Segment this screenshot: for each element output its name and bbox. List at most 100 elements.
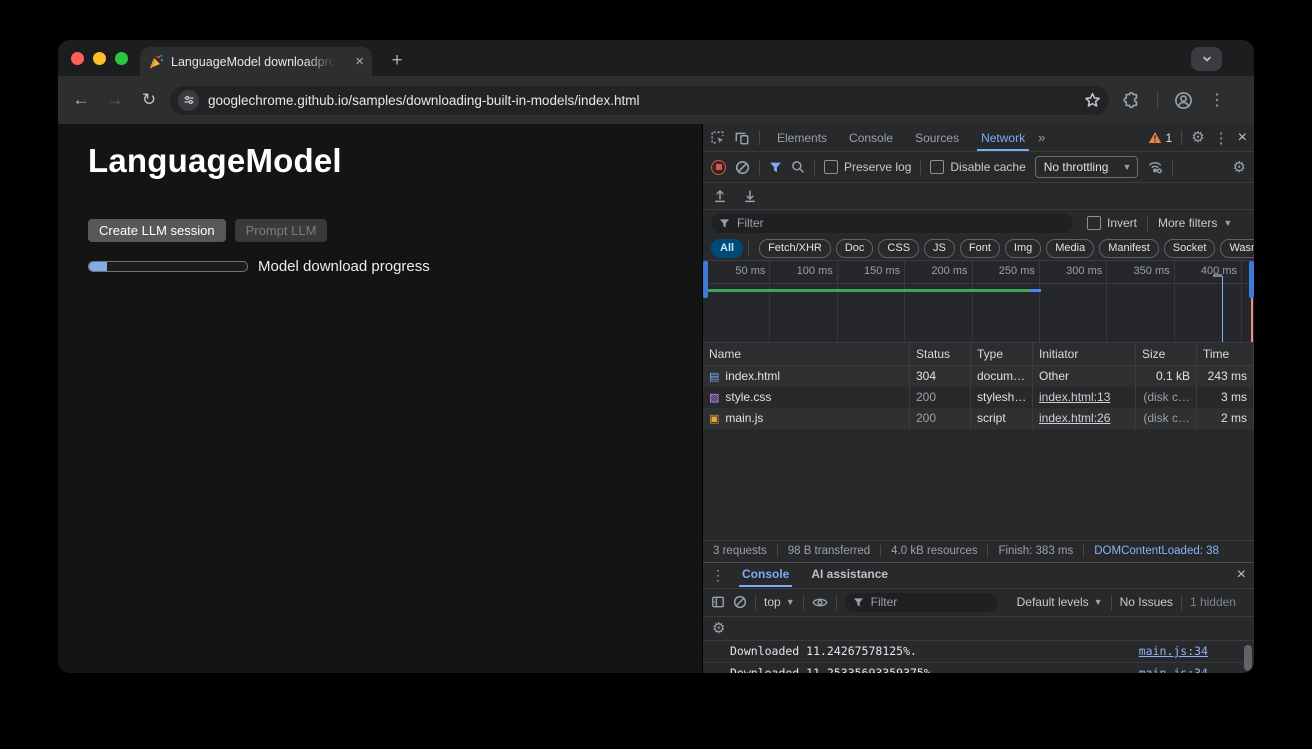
request-initiator[interactable]: index.html:26: [1033, 408, 1136, 429]
chevron-down-icon: [1201, 53, 1213, 65]
import-har-icon[interactable]: [713, 189, 727, 203]
column-header[interactable]: Status: [910, 343, 971, 365]
hidden-messages-count[interactable]: 1 hidden: [1190, 595, 1236, 609]
back-button[interactable]: ←: [64, 90, 98, 110]
disable-cache-checkbox[interactable]: Disable cache: [930, 160, 1025, 174]
live-expression-eye-icon[interactable]: [812, 596, 828, 609]
column-header[interactable]: Type: [971, 343, 1033, 365]
file-type-icon: ▣: [709, 413, 719, 424]
network-request-row[interactable]: ▣main.js 200 script index.html:26 (disk …: [703, 408, 1254, 429]
bookmark-star-icon[interactable]: [1084, 92, 1101, 109]
column-header[interactable]: Size: [1136, 343, 1197, 365]
devtools-tab[interactable]: Console: [845, 125, 897, 151]
record-network-log-button[interactable]: [711, 160, 726, 175]
address-bar[interactable]: googlechrome.github.io/samples/downloadi…: [170, 86, 1109, 115]
device-toolbar-icon[interactable]: [734, 130, 750, 146]
devtools-tab[interactable]: Sources: [911, 125, 963, 151]
forward-button[interactable]: →: [98, 90, 132, 110]
funnel-icon: [853, 597, 864, 608]
devtools-tab[interactable]: Network: [977, 125, 1029, 151]
tab-close-icon[interactable]: ×: [355, 54, 364, 69]
devtools-close-icon[interactable]: ×: [1238, 129, 1247, 147]
filter-placeholder: Filter: [737, 216, 764, 230]
browser-tab[interactable]: LanguageModel downloadpro ×: [140, 47, 372, 76]
invert-checkbox[interactable]: Invert: [1087, 216, 1137, 230]
network-conditions-icon[interactable]: [1147, 160, 1163, 174]
console-toolbar: top ▼ Filter Default levels ▼: [703, 588, 1254, 617]
drawer-tab[interactable]: AI assistance: [808, 563, 891, 587]
overview-right-handle[interactable]: [1249, 261, 1254, 298]
console-scrollbar-thumb[interactable]: [1244, 645, 1252, 671]
overview-left-handle[interactable]: [703, 261, 708, 298]
network-request-row[interactable]: ▤index.html 304 docum… Other 0.1 kB 243 …: [703, 366, 1254, 387]
devtools-tab[interactable]: Elements: [773, 125, 831, 151]
log-levels-select[interactable]: Default levels ▼: [1017, 595, 1103, 609]
throttling-select[interactable]: No throttling ▼: [1035, 156, 1139, 178]
resource-type-chip[interactable]: Doc: [836, 239, 874, 258]
resource-type-chip[interactable]: Media: [1046, 239, 1094, 258]
resource-type-chip[interactable]: Img: [1005, 239, 1041, 258]
summary-item: 3 requests: [703, 545, 777, 557]
more-panels-icon[interactable]: »: [1038, 130, 1045, 145]
console-source-link[interactable]: main.js:34: [1139, 641, 1208, 661]
progress-bar: [88, 261, 248, 272]
column-header[interactable]: Time: [1197, 343, 1254, 365]
resource-type-chip[interactable]: Socket: [1164, 239, 1216, 258]
request-initiator[interactable]: Other: [1033, 366, 1136, 387]
prompt-llm-button[interactable]: Prompt LLM: [235, 219, 328, 242]
browser-menu-icon[interactable]: ⋮: [1209, 90, 1225, 110]
network-overview[interactable]: 50 ms100 ms150 ms200 ms250 ms300 ms350 m…: [703, 261, 1254, 343]
console-filter-input[interactable]: Filter: [845, 593, 997, 612]
traffic-light-maximize[interactable]: [115, 52, 128, 65]
profile-icon[interactable]: [1174, 91, 1193, 110]
issues-link[interactable]: No Issues: [1120, 595, 1173, 609]
request-status: 200: [910, 408, 971, 429]
network-search-icon[interactable]: [791, 160, 805, 174]
column-header[interactable]: Initiator: [1033, 343, 1136, 365]
tab-title: LanguageModel downloadpro: [171, 55, 335, 69]
console-drawer: ⋮ ConsoleAI assistance × top: [703, 562, 1254, 674]
console-sidebar-icon[interactable]: [711, 595, 725, 609]
traffic-light-close[interactable]: [71, 52, 84, 65]
preserve-log-checkbox[interactable]: Preserve log: [824, 160, 911, 174]
extensions-icon[interactable]: [1123, 91, 1141, 109]
export-har-icon[interactable]: [743, 189, 757, 203]
request-initiator[interactable]: index.html:13: [1033, 387, 1136, 408]
page-title: LanguageModel: [88, 142, 342, 180]
resource-type-chip[interactable]: Fetch/XHR: [759, 239, 831, 258]
more-filters-button[interactable]: More filters ▼: [1158, 216, 1232, 230]
filter-toggle-icon[interactable]: [769, 161, 782, 174]
drawer-close-icon[interactable]: ×: [1237, 566, 1246, 584]
create-llm-session-button[interactable]: Create LLM session: [88, 219, 226, 242]
clear-network-log-icon[interactable]: [735, 160, 750, 175]
request-type: script: [971, 408, 1033, 429]
har-row: [703, 183, 1254, 210]
resource-type-chip[interactable]: All: [711, 239, 743, 258]
devtools-settings-icon[interactable]: ⚙: [1191, 130, 1204, 145]
new-tab-button[interactable]: +: [384, 48, 410, 74]
drawer-menu-icon[interactable]: ⋮: [711, 567, 725, 584]
resource-type-chip[interactable]: CSS: [878, 239, 919, 258]
column-header[interactable]: Name: [703, 343, 910, 365]
reload-button[interactable]: ↻: [132, 90, 166, 110]
resource-type-chip[interactable]: JS: [924, 239, 955, 258]
inspect-element-icon[interactable]: [710, 130, 725, 145]
tab-search-button[interactable]: [1191, 47, 1222, 71]
traffic-light-minimize[interactable]: [93, 52, 106, 65]
drawer-tab[interactable]: Console: [739, 563, 792, 587]
dcl-marker-line: [1222, 276, 1224, 342]
network-filter-input[interactable]: Filter: [711, 214, 1073, 233]
resource-type-chip[interactable]: Font: [960, 239, 1000, 258]
execution-context-select[interactable]: top ▼: [764, 595, 795, 609]
console-source-link[interactable]: main.js:34: [1139, 663, 1208, 673]
resource-type-chip[interactable]: Wasm: [1220, 239, 1254, 258]
clear-console-icon[interactable]: [733, 595, 747, 609]
network-settings-icon[interactable]: ⚙: [1233, 160, 1246, 175]
timeline-tick-label: 50 ms: [703, 261, 770, 342]
devtools-menu-icon[interactable]: ⋮: [1214, 129, 1229, 147]
console-settings-icon[interactable]: ⚙: [712, 621, 725, 636]
site-settings-icon[interactable]: [178, 90, 199, 111]
network-request-row[interactable]: ▨style.css 200 stylesh… index.html:13 (d…: [703, 387, 1254, 408]
issues-counter[interactable]: 1: [1148, 131, 1173, 145]
resource-type-chip[interactable]: Manifest: [1099, 239, 1159, 258]
